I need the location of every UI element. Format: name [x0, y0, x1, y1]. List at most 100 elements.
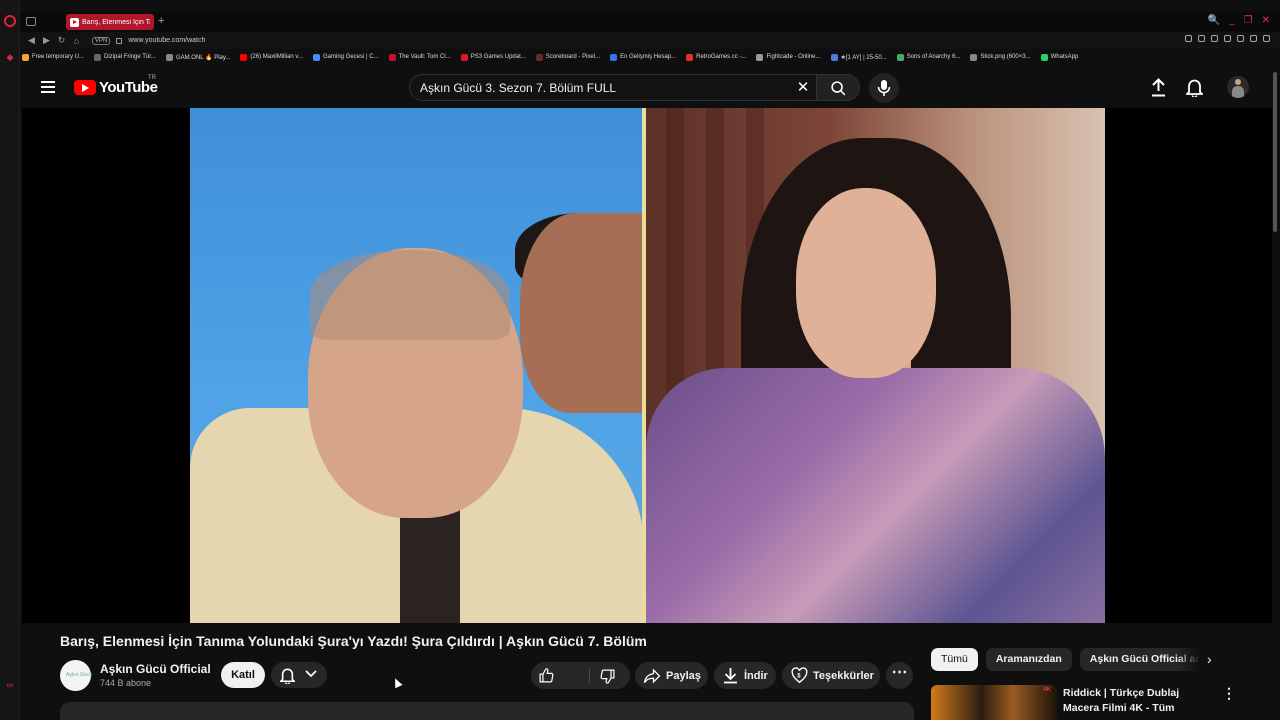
download-button[interactable]: İndir — [714, 662, 776, 689]
profile-icon[interactable] — [1263, 35, 1270, 42]
reload-icon[interactable]: ↻ — [54, 35, 69, 46]
recommendation-title[interactable]: Riddick | Türkçe Dublaj Macera Filmi 4K … — [1063, 686, 1213, 720]
dislike-icon[interactable] — [599, 668, 616, 685]
like-icon[interactable] — [538, 667, 555, 684]
vpn-badge[interactable]: VPN — [92, 36, 111, 45]
thanks-label: Teşekkürler — [813, 669, 874, 682]
video-right-scene — [646, 108, 1105, 623]
thanks-button[interactable]: $ Teşekkürler — [782, 662, 880, 689]
address-bar: ◀ ▶ ↻ ⌂ VPN www.youtube.com/watch — [20, 32, 1280, 49]
minimize-button[interactable]: _ — [1229, 15, 1235, 26]
bookmark-item[interactable]: WhatsApp — [1040, 53, 1078, 61]
tab-manager-icon[interactable] — [26, 17, 36, 26]
extensions-icon[interactable] — [1224, 35, 1231, 42]
opera-logo-icon[interactable] — [4, 15, 16, 27]
address-tools — [1185, 35, 1270, 42]
youtube-play-icon — [74, 80, 96, 95]
recommendation-thumbnail[interactable]: 4K — [931, 685, 1057, 720]
flow-icon[interactable]: ◆ — [5, 52, 15, 62]
bookmark-icon[interactable] — [1198, 35, 1205, 42]
tab-search-icon[interactable]: 🔍 — [1208, 15, 1220, 26]
clear-search-icon[interactable]: ✕ — [795, 80, 811, 96]
bookmark-favicon-icon — [535, 53, 543, 61]
bookmark-item[interactable]: ★[1 AY] | 25-50... — [830, 53, 887, 61]
bookmark-item[interactable]: Dizipal Fringe Tür... — [94, 53, 156, 61]
recommendation-more-icon[interactable]: ⋮ — [1222, 685, 1236, 702]
forward-icon[interactable]: ▶ — [39, 35, 54, 46]
scene-shape — [796, 188, 936, 378]
maximize-button[interactable]: ❐ — [1244, 15, 1253, 26]
youtube-logo[interactable]: YouTube — [74, 79, 158, 96]
sidebar-settings-icon[interactable]: ∞ — [5, 680, 15, 690]
chip-all[interactable]: Tümü — [931, 648, 978, 671]
voice-search-button[interactable] — [869, 73, 899, 103]
video-frame[interactable] — [190, 108, 1105, 623]
bookmark-item[interactable]: (26) MaxilMillian v... — [240, 53, 303, 61]
share-button[interactable]: Paylaş — [635, 662, 708, 689]
bookmark-favicon-icon — [240, 53, 248, 61]
like-dislike-group — [531, 662, 630, 689]
bell-icon[interactable] — [1186, 78, 1203, 97]
bookmark-item[interactable]: RetroGames.cc -... — [686, 53, 747, 61]
bookmark-item[interactable]: En Gelişmiş Hesap... — [610, 53, 677, 61]
bookmark-label: Scoreboard - Pixel... — [545, 54, 601, 60]
channel-avatar[interactable]: Aşkın Gücü — [60, 660, 92, 691]
new-tab-button[interactable]: + — [158, 15, 164, 27]
bookmark-favicon-icon — [970, 53, 978, 61]
more-actions-button[interactable]: ⋯ — [886, 662, 913, 689]
menu-icon[interactable] — [41, 81, 55, 93]
bookmark-favicon-icon — [313, 53, 320, 61]
bookmark-favicon-icon — [686, 53, 694, 61]
bookmark-label: En Gelişmiş Hesap... — [620, 54, 677, 60]
subscriber-count: 744 B abone — [100, 678, 152, 688]
bookmark-label: PS3 Games Updat... — [470, 54, 526, 60]
url-field[interactable]: www.youtube.com/watch — [128, 37, 205, 44]
chip-channel[interactable]: Aşkın Gücü Official adlı y — [1079, 648, 1200, 671]
back-icon[interactable]: ◀ — [24, 35, 39, 46]
search-input[interactable] — [420, 80, 780, 96]
snapshot-icon[interactable] — [1211, 35, 1218, 42]
bookmark-item[interactable]: Gaming Gecesi | C... — [313, 53, 379, 61]
zoom-icon[interactable] — [1185, 35, 1192, 42]
chip-from-search[interactable]: Aramanızdan — [985, 648, 1072, 671]
opera-sidebar: ◆ ∞ — [0, 0, 20, 720]
bell-icon — [280, 668, 295, 684]
tab-bar: Barış, Elenmesi İçin Ta + 🔍 _ ❐ ✕ — [20, 12, 1280, 32]
bookmark-item[interactable]: The Vault: Tom Cl... — [388, 53, 451, 61]
bookmark-item[interactable]: Free temporary U... — [22, 53, 84, 61]
svg-text:$: $ — [797, 674, 801, 680]
search-button[interactable] — [816, 74, 860, 101]
channel-name[interactable]: Aşkın Gücü Official — [100, 662, 211, 676]
thumbnail-badge: 4K — [1043, 687, 1051, 693]
upload-icon[interactable] — [1150, 78, 1167, 97]
video-player[interactable] — [22, 108, 1272, 623]
bookmark-item[interactable]: Stick.png (600×3... — [970, 53, 1031, 61]
chevron-right-icon[interactable]: › — [1207, 651, 1212, 667]
bookmark-item[interactable]: GAM.ONL 🔥 Play... — [165, 53, 230, 61]
description-box[interactable] — [60, 702, 914, 720]
bookmark-favicon-icon — [388, 53, 396, 61]
lock-icon[interactable] — [116, 37, 123, 44]
notification-button[interactable] — [271, 662, 327, 688]
bookmark-item[interactable]: Scoreboard - Pixel... — [535, 53, 601, 61]
bookmark-label: RetroGames.cc -... — [696, 54, 747, 60]
user-avatar[interactable] — [1227, 76, 1249, 98]
scrollbar-thumb[interactable] — [1273, 72, 1277, 232]
bookmark-label: Dizipal Fringe Tür... — [104, 54, 156, 60]
home-icon[interactable]: ⌂ — [69, 36, 84, 46]
video-left-scene — [190, 108, 644, 623]
player-icon[interactable] — [1237, 35, 1244, 42]
bookmark-label: Stick.png (600×3... — [980, 54, 1031, 60]
active-tab[interactable]: Barış, Elenmesi İçin Ta — [66, 14, 154, 30]
page-scrollbar[interactable] — [1272, 66, 1278, 720]
join-button[interactable]: Katıl — [221, 662, 265, 688]
chevron-down-icon — [305, 670, 317, 678]
close-window-button[interactable]: ✕ — [1262, 15, 1270, 26]
bookmark-item[interactable]: Sons of Anarchy 6... — [896, 53, 960, 61]
bookmark-item[interactable]: PS3 Games Updat... — [460, 53, 526, 61]
like-separator — [589, 668, 590, 683]
heart-icon[interactable] — [1250, 35, 1257, 42]
bookmark-item[interactable]: Fightcade - Online... — [756, 53, 821, 61]
bookmark-favicon-icon — [756, 53, 764, 61]
tab-title: Barış, Elenmesi İçin Ta — [82, 18, 150, 26]
